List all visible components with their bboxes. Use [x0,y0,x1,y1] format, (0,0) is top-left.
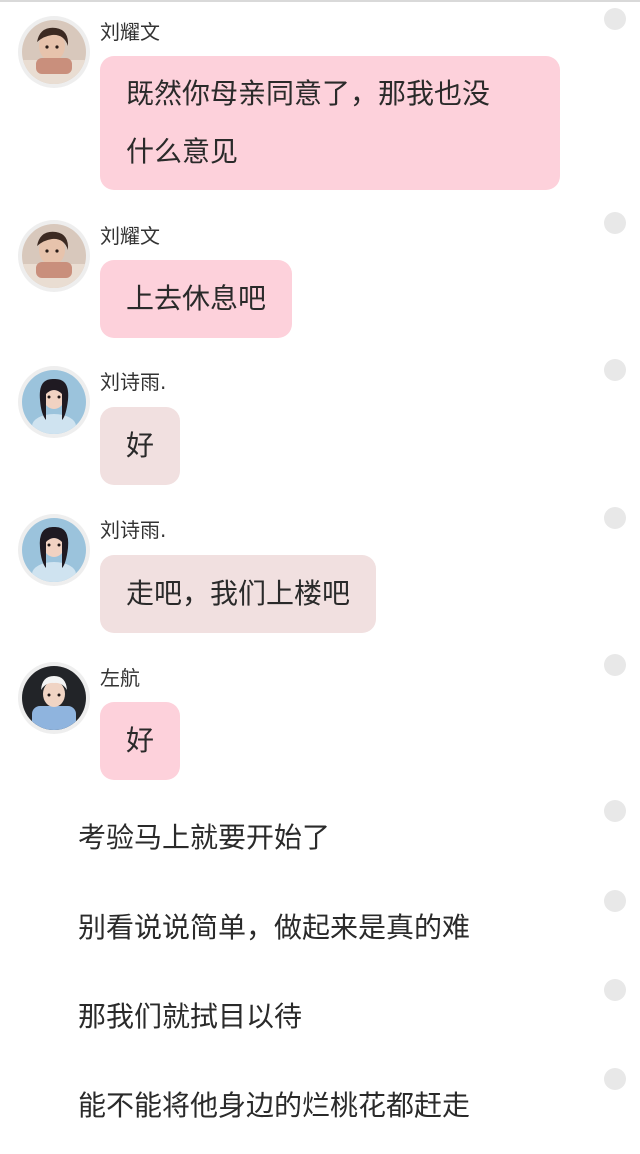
avatar-liu-shiyu[interactable] [18,514,90,586]
message-text-line: 好 [126,724,155,757]
message-text-line: 上去休息吧 [126,282,267,315]
sender-name: 刘耀文 [100,224,160,248]
message-bubble[interactable]: 上去休息吧 [100,260,293,338]
message-text-line: 既然你母亲同意了，那我也没 [126,77,491,110]
sender-name: 刘诗雨. [100,370,167,394]
message-text-line: 好 [126,429,155,462]
avatar-zuo-hang[interactable] [18,662,90,734]
narration-text: 能不能将他身边的烂桃花都赶走 [78,1089,471,1122]
message-text-line: 走吧，我们上楼吧 [126,577,351,610]
narration-text: 考验马上就要开始了 [78,821,331,854]
more-options-icon[interactable] [604,507,626,529]
message-bubble[interactable]: 既然你母亲同意了，那我也没 什么意见 [100,56,560,190]
message-bubble[interactable]: 好 [100,407,181,485]
message-text-line: 什么意见 [126,135,239,168]
more-options-icon[interactable] [604,654,626,676]
top-divider [0,0,640,2]
more-options-icon[interactable] [604,212,626,234]
more-options-icon[interactable] [604,1068,626,1090]
message-bubble[interactable]: 走吧，我们上楼吧 [100,555,377,633]
more-options-icon[interactable] [604,800,626,822]
sender-name: 刘诗雨. [100,518,167,542]
narration-text: 那我们就拭目以待 [78,1000,303,1033]
narration-text: 别看说说简单，做起来是真的难 [78,911,471,944]
sender-name: 刘耀文 [100,20,160,44]
avatar-liu-shiyu[interactable] [18,366,90,438]
avatar-liu-yaowen[interactable] [18,220,90,292]
more-options-icon[interactable] [604,8,626,30]
avatar-liu-yaowen[interactable] [18,16,90,88]
message-bubble[interactable]: 好 [100,702,181,780]
more-options-icon[interactable] [604,359,626,381]
more-options-icon[interactable] [604,890,626,912]
sender-name: 左航 [100,666,140,690]
more-options-icon[interactable] [604,979,626,1001]
